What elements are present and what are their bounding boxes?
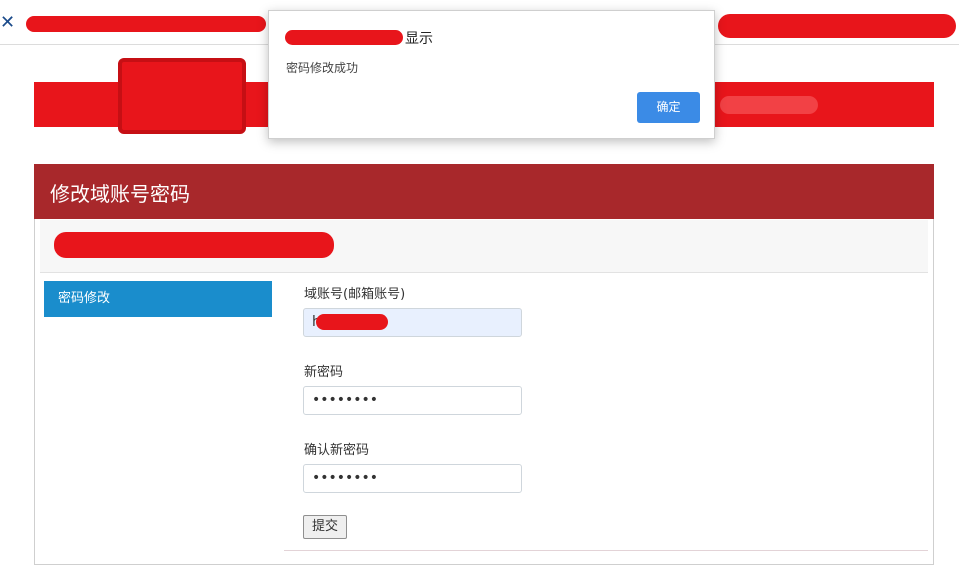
redacted-bookmarks [26,16,266,32]
submit-button[interactable]: 提交 [303,515,347,539]
redacted-subheader [54,232,334,258]
site-logo [118,58,246,134]
panel-subheader [40,220,928,273]
sidebar-item-password-change[interactable]: 密码修改 [44,281,272,317]
form-divider [284,550,928,551]
panel-header: 修改域账号密码 [34,164,934,219]
x-logo-icon[interactable]: ✕ [0,12,22,34]
new-password-value: •••••••• [312,392,379,408]
new-password-label: 新密码 [304,365,344,380]
confirm-password-field[interactable]: •••••••• [303,464,522,493]
confirm-password-value: •••••••• [312,470,379,486]
dialog-title: 显示 [405,31,433,47]
account-label: 域账号(邮箱账号) [304,287,406,302]
alert-dialog: 显示 密码修改成功 确定 [268,10,715,139]
dialog-message: 密码修改成功 [286,61,359,75]
confirm-password-label: 确认新密码 [304,443,370,458]
redacted-account [316,314,388,330]
redacted-bookmarks-right [718,14,956,38]
new-password-field[interactable]: •••••••• [303,386,522,415]
redacted-banner-text [720,96,818,114]
panel-title: 修改域账号密码 [50,182,190,206]
redacted-dialog-origin [285,30,403,45]
dialog-ok-button[interactable]: 确定 [637,92,700,123]
